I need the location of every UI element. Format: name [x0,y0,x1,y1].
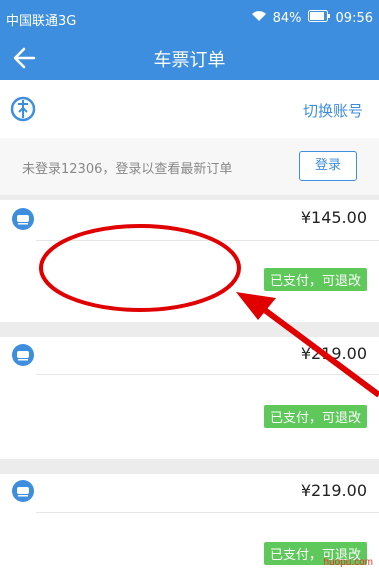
switch-account-link[interactable]: 切换账号 [303,100,363,121]
battery-icon [307,10,330,26]
order-card[interactable]: ¥219.00 已支付，可退改 [0,337,379,459]
carrier-label: 中国联通3G [6,14,77,29]
order-card[interactable]: ¥219.00 已支付，可退改 [0,474,379,572]
status-badge: 已支付，可退改 [263,405,367,428]
train-icon [12,480,34,502]
page-title: 车票订单 [153,50,226,71]
login-message: 未登录12306，登录以查看最新订单 [22,162,233,177]
train-icon [12,208,34,230]
status-bar: 中国联通3G 84% 09:56 [0,0,379,36]
order-price: ¥145.00 [300,208,367,227]
status-badge: 已支付，可退改 [263,268,367,291]
order-price: ¥219.00 [300,344,367,363]
wifi-icon [251,10,267,26]
railway-logo-icon [10,96,36,122]
divider [36,240,379,241]
order-price: ¥219.00 [300,481,367,500]
status-right: 84% 09:56 [251,10,373,26]
login-prompt: 未登录12306，登录以查看最新订单 登录 [0,138,379,195]
divider [36,374,379,375]
login-button[interactable]: 登录 [299,151,357,181]
battery-percent: 84% [272,10,302,26]
order-card[interactable]: ¥145.00 已支付，可退改 [0,200,379,322]
clock: 09:56 [335,10,373,26]
watermark: huopu.com [323,557,373,568]
account-row: 切换账号 [0,80,379,138]
train-icon [12,344,34,366]
divider [36,512,379,513]
app-bar: 车票订单 [0,36,379,80]
